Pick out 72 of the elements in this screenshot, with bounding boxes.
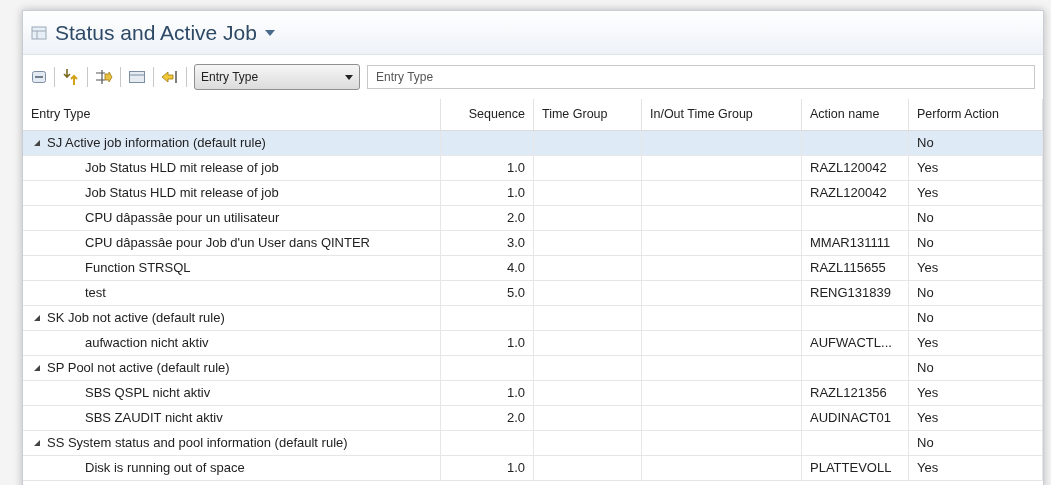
column-header[interactable]: Entry Type bbox=[31, 105, 91, 124]
perform-action-cell-text: No bbox=[917, 234, 934, 253]
entry-cell-text: SBS QSPL nicht aktiv bbox=[85, 384, 211, 403]
entry-cell-text: Function STRSQL bbox=[85, 259, 191, 278]
sequence-cell-text: 3.0 bbox=[506, 234, 525, 253]
filter-field[interactable]: Entry Type bbox=[367, 65, 1035, 89]
action-name-cell-text: AUFWACTL... bbox=[810, 334, 892, 353]
arrow-bar-icon[interactable] bbox=[161, 69, 179, 85]
entry-cell-text: SBS ZAUDIT nicht aktiv bbox=[85, 409, 223, 428]
perform-action-cell-text: Yes bbox=[917, 159, 939, 178]
columns-icon[interactable] bbox=[128, 69, 146, 85]
table-icon bbox=[31, 24, 47, 41]
sequence-cell-text: 2.0 bbox=[506, 209, 525, 228]
entry-cell-text: Job Status HLD mit release of job bbox=[85, 184, 279, 203]
expanded-icon[interactable] bbox=[33, 364, 41, 372]
entry-cell-text: Disk is running out of space bbox=[85, 459, 245, 478]
group-label: SJ Active job information (default rule) bbox=[47, 134, 266, 153]
group-row[interactable]: SK Job not active (default rule) No bbox=[23, 306, 1043, 331]
caret-icon[interactable] bbox=[264, 29, 275, 36]
group-label: SK Job not active (default rule) bbox=[47, 309, 225, 328]
action-name-cell-text: PLATTEVOLL bbox=[810, 459, 892, 478]
expanded-icon[interactable] bbox=[33, 314, 41, 322]
column-header[interactable]: Perform Action bbox=[917, 105, 999, 124]
sequence-cell-text: 1.0 bbox=[506, 334, 525, 353]
column-header[interactable]: In/Out Time Group bbox=[650, 105, 753, 124]
view-title: Status and Active Job bbox=[55, 19, 257, 46]
sort-arrows-icon[interactable] bbox=[62, 68, 80, 86]
perform-action-cell-text: No bbox=[917, 284, 934, 303]
group-label: SP Pool not active (default rule) bbox=[47, 359, 230, 378]
perform-action-cell-text: Yes bbox=[917, 184, 939, 203]
entry-cell-text: aufwaction nicht aktiv bbox=[85, 334, 209, 353]
action-name-cell-text: MMAR131111 bbox=[810, 234, 891, 253]
perform-action-cell-text: Yes bbox=[917, 409, 939, 428]
action-name-cell-text: RENG131839 bbox=[810, 284, 891, 303]
perform-action-cell-text: No bbox=[917, 359, 934, 378]
column-dropdown[interactable]: Entry Type bbox=[194, 64, 360, 90]
entry-cell-text: Job Status HLD mit release of job bbox=[85, 159, 279, 178]
sequence-cell-text: 1.0 bbox=[506, 184, 525, 203]
group-label: SS System status and pool information (default rule) bbox=[47, 434, 348, 453]
sequence-cell-text: 5.0 bbox=[506, 284, 525, 303]
group-row[interactable]: SJ Active job information (default rule) No bbox=[23, 131, 1043, 156]
column-header[interactable]: Time Group bbox=[542, 105, 608, 124]
action-name-cell-text: RAZL121356 bbox=[810, 384, 887, 403]
sequence-cell-text: 1.0 bbox=[506, 459, 525, 478]
action-name-cell-text: RAZL120042 bbox=[810, 184, 887, 203]
perform-action-cell-text: No bbox=[917, 434, 934, 453]
arrows-icon[interactable] bbox=[95, 68, 113, 86]
action-name-cell-text: RAZL115655 bbox=[810, 259, 886, 278]
group-row[interactable]: SS System status and pool information (default rule) No bbox=[23, 431, 1043, 456]
column-header[interactable]: Sequence bbox=[468, 105, 525, 124]
perform-action-cell-text: No bbox=[917, 209, 934, 228]
collapse-all-icon[interactable] bbox=[31, 69, 47, 85]
group-row[interactable]: SP Pool not active (default rule) No bbox=[23, 356, 1043, 381]
perform-action-cell-text: Yes bbox=[917, 334, 939, 353]
perform-action-cell-text: No bbox=[917, 309, 934, 328]
action-name-cell-text: RAZL120042 bbox=[810, 159, 887, 178]
entry-cell-text: CPU dâpassâe pour Job d'un User dans QINTER bbox=[85, 234, 370, 253]
action-name-cell-text: AUDINACT01 bbox=[810, 409, 891, 428]
entry-cell-text: CPU dâpassâe pour un utilisateur bbox=[85, 209, 280, 228]
perform-action-cell-text: Yes bbox=[917, 384, 939, 403]
caret-icon bbox=[345, 74, 353, 80]
sequence-cell-text: 4.0 bbox=[506, 259, 525, 278]
expanded-icon[interactable] bbox=[33, 439, 41, 447]
sequence-cell-text: 1.0 bbox=[506, 159, 525, 178]
sequence-cell-text: 2.0 bbox=[506, 409, 525, 428]
perform-action-cell-text: No bbox=[917, 134, 934, 153]
sequence-cell-text: 1.0 bbox=[506, 384, 525, 403]
column-header[interactable]: Action name bbox=[810, 105, 880, 124]
expanded-icon[interactable] bbox=[33, 139, 41, 147]
perform-action-cell-text: Yes bbox=[917, 259, 939, 278]
entry-cell-text: test bbox=[85, 284, 106, 303]
perform-action-cell-text: Yes bbox=[917, 459, 939, 478]
